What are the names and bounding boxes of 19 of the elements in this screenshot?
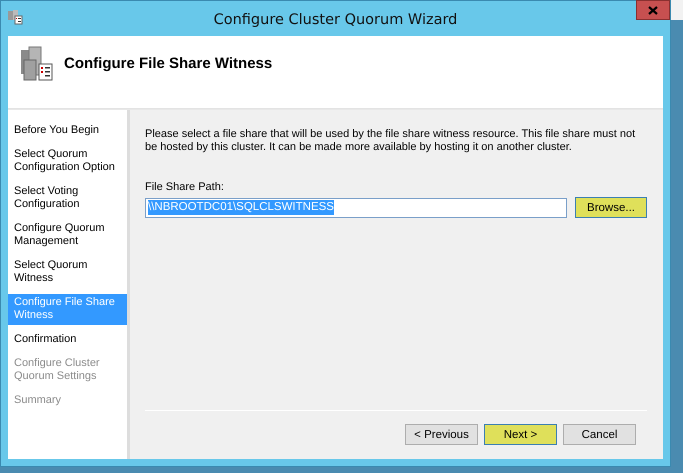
- wizard-step[interactable]: Select Quorum Configuration Option: [8, 146, 127, 177]
- wizard-button[interactable]: Cancel: [563, 424, 636, 445]
- page-title: Configure File Share Witness: [64, 55, 272, 72]
- servers-icon: [20, 46, 54, 82]
- close-icon: [648, 6, 658, 14]
- wizard-step[interactable]: Confirmation: [8, 331, 127, 349]
- window-title: Configure Cluster Quorum Wizard: [212, 10, 458, 28]
- description-text: Please select a file share that will be used by the file share witness resource. This file share must not be hosted by this cluster. It can be made more available by hosting it on another cluster.: [145, 128, 636, 154]
- browse-button[interactable]: Browse...: [575, 197, 647, 218]
- wizard-step[interactable]: Configure Quorum Management: [8, 220, 127, 251]
- close-button[interactable]: [636, 0, 670, 20]
- desktop-background: [671, 0, 683, 20]
- wizard-step[interactable]: Select Voting Configuration: [8, 183, 127, 214]
- wizard-button[interactable]: < Previous: [405, 424, 478, 445]
- wizard-step[interactable]: Before You Begin: [8, 122, 127, 140]
- field-label: File Share Path:: [145, 181, 225, 193]
- wizard-button[interactable]: Next >: [484, 424, 557, 445]
- servers-icon: [7, 9, 23, 25]
- wizard-step[interactable]: Select Quorum Witness: [8, 257, 127, 288]
